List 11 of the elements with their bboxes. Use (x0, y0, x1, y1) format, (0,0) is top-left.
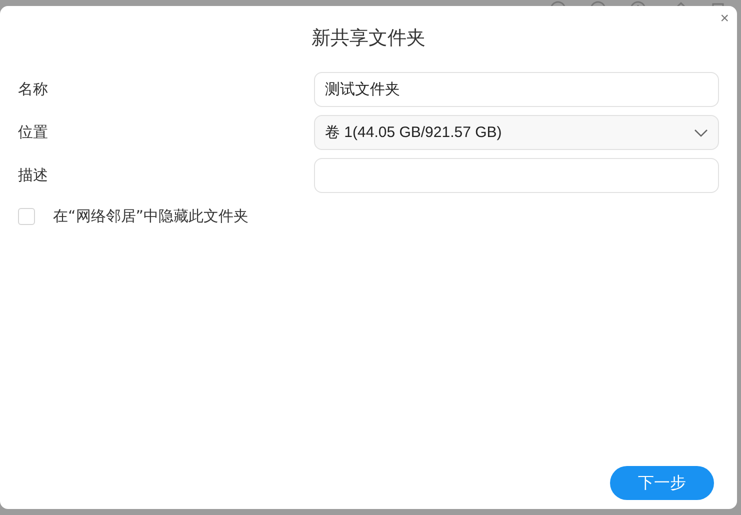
input-field[interactable] (314, 158, 719, 193)
field-label: 名称 (18, 80, 48, 99)
input-field[interactable]: 测试文件夹 (314, 72, 719, 107)
location-select[interactable]: 卷 1(44.05 GB/921.57 GB) (314, 115, 719, 150)
checkbox-label: 在“网络邻居”中隐藏此文件夹 (53, 207, 249, 226)
close-button[interactable]: × (720, 11, 729, 26)
field-label: 描述 (18, 166, 48, 185)
checkbox[interactable] (18, 208, 35, 225)
chevron-down-icon (694, 128, 708, 136)
dialog-title: 新共享文件夹 (312, 26, 426, 51)
field-label: 位置 (18, 123, 48, 142)
